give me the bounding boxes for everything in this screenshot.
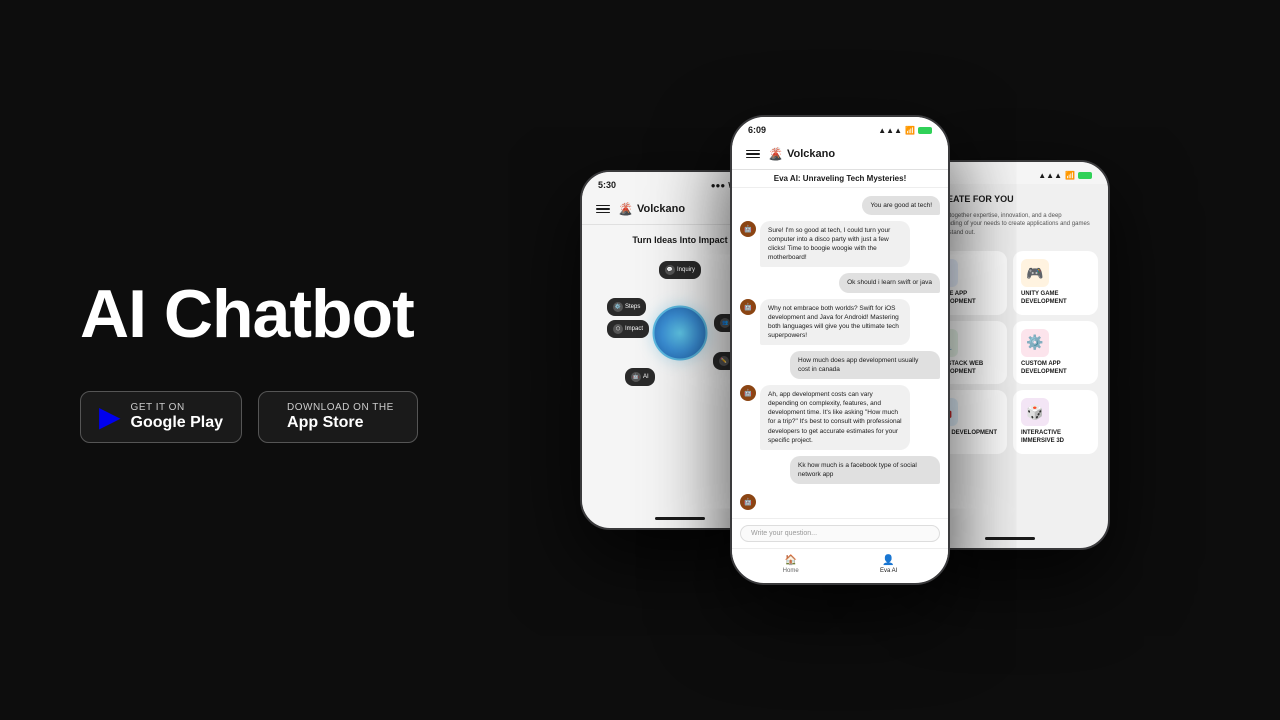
nav-home-label: Home (783, 568, 799, 574)
node-dot-impact: ⬡ (613, 324, 623, 334)
avatar-ai-4: 🤖 (740, 494, 756, 510)
nav-home[interactable]: 🏠 Home (783, 555, 799, 574)
wifi-icon-center: 📶 (905, 126, 915, 135)
google-play-text: GET IT ON Google Play (131, 402, 223, 432)
node-steps: ⚙️ Steps (607, 298, 646, 316)
3d-label: INTERACTIVE IMMERSIVE 3D (1021, 430, 1090, 446)
chat-title: Eva AI: Unraveling Tech Mysteries! (732, 170, 948, 188)
phone-center-bottom-nav: 🏠 Home 👤 Eva AI (732, 548, 948, 582)
msg-3: Ok should i learn swift or java (839, 273, 940, 292)
node-dot-ai: 🤖 (631, 372, 641, 382)
phone-center-status-icons: ▲▲▲ 📶 (878, 126, 932, 135)
phone-center-indicator (815, 572, 865, 575)
home-icon: 🏠 (784, 555, 796, 566)
3d-icon: 🎲 (1021, 398, 1049, 426)
avatar-ai-2: 🤖 (740, 299, 756, 315)
left-content: AI Chatbot ▶ GET IT ON Google Play Downl… (0, 217, 520, 504)
custom-icon: ⚙️ (1021, 329, 1049, 357)
msg-7: Kk how much is a facebook type of social… (790, 456, 940, 484)
wifi-icon-right: 📶 (1065, 171, 1075, 180)
msg-2: Sure! I'm so good at tech, I could turn … (760, 221, 910, 267)
eva-icon: 👤 (882, 555, 894, 566)
brand-name-center: Volckano (787, 148, 835, 160)
hamburger-menu[interactable] (596, 205, 610, 214)
phone-center-time: 6:09 (748, 125, 766, 135)
node-dot-inquiry: 💬 (665, 265, 675, 275)
app-store-text: Download on the App Store (287, 402, 394, 432)
node-inquiry: 💬 Inquiry (659, 261, 701, 279)
tagline: Turn Ideas Into Impact (632, 235, 727, 245)
node-dot-team: 👥 (720, 318, 730, 328)
node-ai: 🤖 AI (625, 368, 655, 386)
signal-icon: ●●● (711, 181, 726, 190)
volckano-logo-center: 🌋 Volckano (768, 147, 835, 161)
msg-4: Why not embrace both worlds? Swift for i… (760, 299, 910, 345)
phone-center-status-bar: 6:09 ▲▲▲ 📶 (732, 117, 948, 139)
phones-area: 5:30 ●●● WiFi 🌋 Volckano Turn Ideas Into… (520, 0, 1280, 720)
service-custom: ⚙️ CUSTOM APP DEVELOPMENT (1013, 321, 1098, 385)
avatar-ai-1: 🤖 (740, 221, 756, 237)
msg-6: Ah, app development costs can vary depen… (760, 385, 910, 450)
chat-input-placeholder[interactable]: Write your question... (740, 525, 940, 542)
page-title: AI Chatbot (80, 277, 440, 352)
nav-eva-label: Eva AI (880, 568, 897, 574)
volcano-icon: 🌋 (618, 202, 633, 216)
hamburger-center[interactable] (746, 150, 760, 159)
node-dot-steps: ⚙️ (613, 302, 623, 312)
store-buttons-container: ▶ GET IT ON Google Play Download on the … (80, 391, 440, 443)
volcano-icon-center: 🌋 (768, 147, 783, 161)
google-play-icon: ▶ (99, 403, 121, 431)
mind-map-center (653, 306, 708, 361)
phone-center-navbar: 🌋 Volckano (732, 139, 948, 170)
google-play-button[interactable]: ▶ GET IT ON Google Play (80, 391, 242, 443)
phone-right-indicator (985, 537, 1035, 540)
msg-2-container: 🤖 Sure! I'm so good at tech, I could tur… (740, 221, 940, 267)
phone-left-indicator (655, 517, 705, 520)
google-play-label-bottom: Google Play (131, 413, 223, 432)
google-play-label-top: GET IT ON (131, 402, 223, 413)
phone-left-time: 5:30 (598, 180, 616, 190)
msg-5: How much does app development usually co… (790, 351, 940, 379)
unity-label: UNITY GAME DEVELOPMENT (1021, 291, 1090, 307)
avatar-ai-3: 🤖 (740, 385, 756, 401)
node-dot-create: ✏️ (719, 356, 729, 366)
msg-1: You are good at tech! (862, 196, 940, 215)
custom-label: CUSTOM APP DEVELOPMENT (1021, 361, 1090, 377)
battery-icon-center (918, 127, 932, 134)
signal-icon-center: ▲▲▲ (878, 126, 902, 135)
service-unity: 🎮 UNITY GAME DEVELOPMENT (1013, 251, 1098, 315)
phone-right-status-icons: ▲▲▲ 📶 (1038, 171, 1092, 180)
nav-eva[interactable]: 👤 Eva AI (880, 555, 897, 574)
unity-icon: 🎮 (1021, 259, 1049, 287)
service-3d: 🎲 INTERACTIVE IMMERSIVE 3D (1013, 390, 1098, 454)
chat-messages: You are good at tech! 🤖 Sure! I'm so goo… (732, 188, 948, 518)
msg-4-container: 🤖 Why not embrace both worlds? Swift for… (740, 299, 940, 345)
app-store-label-bottom: App Store (287, 413, 394, 432)
app-store-label-top: Download on the (287, 402, 394, 413)
msg-6-container: 🤖 Ah, app development costs can vary dep… (740, 385, 940, 450)
chat-input-area: Write your question... (732, 518, 948, 548)
node-impact: ⬡ Impact (607, 320, 649, 338)
phone-chat: 6:09 ▲▲▲ 📶 🌋 Volckano Eva AI: Unraveling… (730, 115, 950, 585)
battery-icon-right (1078, 172, 1092, 179)
brand-name-left: Volckano (637, 203, 685, 215)
signal-icon-right: ▲▲▲ (1038, 171, 1062, 180)
app-store-button[interactable]: Download on the App Store (258, 391, 418, 443)
volckano-logo-left: 🌋 Volckano (618, 202, 685, 216)
